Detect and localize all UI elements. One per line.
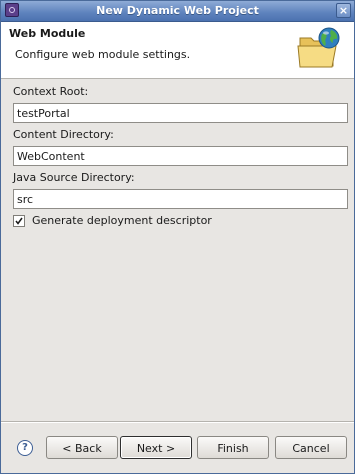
page-title: Web Module <box>9 27 86 40</box>
window-title: New Dynamic Web Project <box>96 4 259 17</box>
next-button[interactable]: Next > <box>120 436 192 459</box>
content-directory-field[interactable] <box>13 146 348 166</box>
cancel-button[interactable]: Cancel <box>275 436 347 459</box>
help-button[interactable]: ? <box>17 440 33 456</box>
finish-button[interactable]: Finish <box>197 436 269 459</box>
generate-descriptor-label: Generate deployment descriptor <box>32 214 212 227</box>
java-source-directory-field[interactable] <box>13 189 348 209</box>
close-button[interactable]: × <box>336 3 351 18</box>
page-description: Configure web module settings. <box>15 48 191 61</box>
footer-divider <box>1 421 354 423</box>
folder-globe-icon <box>297 27 340 68</box>
back-button[interactable]: < Back <box>46 436 118 459</box>
title-bar[interactable]: New Dynamic Web Project × <box>1 1 354 22</box>
wizard-window: New Dynamic Web Project × Web Module Con… <box>0 0 355 474</box>
wizard-header: Web Module Configure web module settings… <box>1 22 354 79</box>
check-mark-icon <box>15 217 23 225</box>
java-source-directory-label: Java Source Directory: <box>13 171 135 184</box>
generate-descriptor-checkbox[interactable] <box>13 215 25 227</box>
context-root-field[interactable] <box>13 103 348 123</box>
content-directory-label: Content Directory: <box>13 128 114 141</box>
context-root-label: Context Root: <box>13 85 89 98</box>
